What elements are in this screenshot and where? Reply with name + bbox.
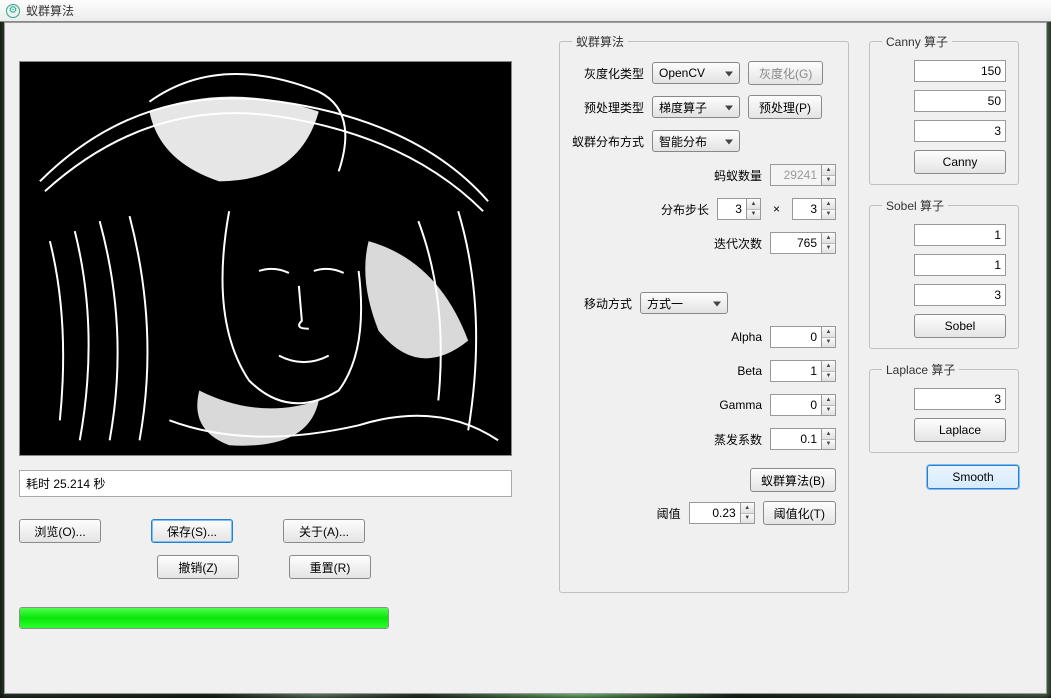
save-button[interactable]: 保存(S)...: [151, 519, 233, 543]
evap-input[interactable]: [770, 428, 822, 450]
thresh-spin[interactable]: ▲▼: [741, 502, 755, 524]
thresh-button[interactable]: 阈值化(T): [763, 501, 836, 525]
thresh-label: 阈值: [641, 505, 681, 522]
image-preview: [19, 61, 512, 456]
gamma-spin[interactable]: ▲▼: [822, 394, 836, 416]
gray-type-label: 灰度化类型: [572, 65, 644, 82]
thresh-input[interactable]: [689, 502, 741, 524]
alpha-label: Alpha: [690, 330, 762, 344]
status-text: 耗时 25.214 秒: [19, 470, 512, 497]
gamma-input[interactable]: [770, 394, 822, 416]
pre-type-label: 预处理类型: [572, 99, 644, 116]
iter-label: 迭代次数: [690, 235, 762, 252]
alpha-input[interactable]: [770, 326, 822, 348]
step-a-spin[interactable]: ▲▼: [747, 198, 761, 220]
canny-group: Canny 算子 Canny: [869, 33, 1019, 185]
beta-label: Beta: [690, 364, 762, 378]
move-combo[interactable]: 方式一: [640, 292, 728, 314]
gray-button: 灰度化(G): [748, 61, 823, 85]
progress-bar: [19, 607, 389, 629]
aco-group: 蚁群算法 灰度化类型 OpenCV 灰度化(G) 预处理类型 梯度算子 预处理(…: [559, 33, 849, 593]
run-aco-button[interactable]: 蚁群算法(B): [750, 468, 836, 492]
about-button[interactable]: 关于(A)...: [283, 519, 365, 543]
step-label: 分布步长: [637, 201, 709, 218]
canny-v2-input[interactable]: [914, 90, 1006, 112]
dist-label: 蚁群分布方式: [572, 133, 644, 150]
dist-combo[interactable]: 智能分布: [652, 130, 740, 152]
beta-spin[interactable]: ▲▼: [822, 360, 836, 382]
sobel-group: Sobel 算子 Sobel: [869, 197, 1019, 349]
pre-type-combo[interactable]: 梯度算子: [652, 96, 740, 118]
ant-count-input: [770, 164, 822, 186]
sobel-v1-input[interactable]: [914, 224, 1006, 246]
evap-label: 蒸发系数: [690, 431, 762, 448]
gamma-label: Gamma: [690, 398, 762, 412]
iter-spin[interactable]: ▲▼: [822, 232, 836, 254]
laplace-legend: Laplace 算子: [882, 361, 959, 378]
alpha-spin[interactable]: ▲▼: [822, 326, 836, 348]
ant-count-label: 蚂蚁数量: [690, 167, 762, 184]
step-a-input[interactable]: [717, 198, 747, 220]
step-b-spin[interactable]: ▲▼: [822, 198, 836, 220]
beta-input[interactable]: [770, 360, 822, 382]
undo-button[interactable]: 撤销(Z): [157, 555, 239, 579]
reset-button[interactable]: 重置(R): [289, 555, 371, 579]
window-titlebar: ⚙ 蚁群算法: [0, 0, 1051, 22]
laplace-group: Laplace 算子 Laplace: [869, 361, 1019, 453]
canny-button[interactable]: Canny: [914, 150, 1006, 174]
laplace-button[interactable]: Laplace: [914, 418, 1006, 442]
sobel-v3-input[interactable]: [914, 284, 1006, 306]
ant-count-spin: ▲▼: [822, 164, 836, 186]
laplace-v1-input[interactable]: [914, 388, 1006, 410]
gray-type-combo[interactable]: OpenCV: [652, 62, 740, 84]
multiply-icon: ×: [773, 202, 780, 216]
canny-v1-input[interactable]: [914, 60, 1006, 82]
sobel-legend: Sobel 算子: [882, 197, 948, 214]
sobel-button[interactable]: Sobel: [914, 314, 1006, 338]
browse-button[interactable]: 浏览(O)...: [19, 519, 101, 543]
app-icon: ⚙: [6, 4, 20, 18]
iter-input[interactable]: [770, 232, 822, 254]
step-b-input[interactable]: [792, 198, 822, 220]
evap-spin[interactable]: ▲▼: [822, 428, 836, 450]
smooth-button[interactable]: Smooth: [927, 465, 1019, 489]
aco-legend: 蚁群算法: [572, 33, 628, 50]
window-title: 蚁群算法: [26, 2, 74, 19]
pre-button[interactable]: 预处理(P): [748, 95, 822, 119]
move-label: 移动方式: [572, 295, 632, 312]
canny-v3-input[interactable]: [914, 120, 1006, 142]
sobel-v2-input[interactable]: [914, 254, 1006, 276]
canny-legend: Canny 算子: [882, 33, 952, 50]
